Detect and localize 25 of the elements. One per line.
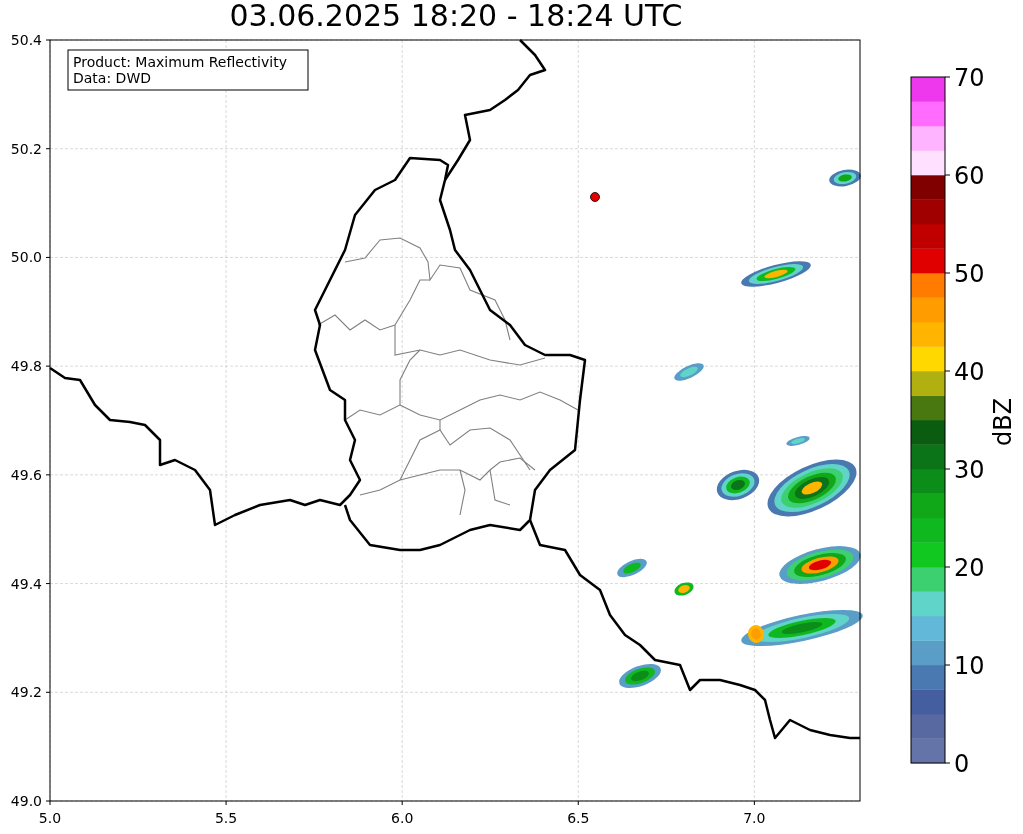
axis-tick-label: 6.0 bbox=[391, 810, 414, 826]
colorbar-label: dBZ bbox=[989, 397, 1017, 447]
info-text: Data: DWD bbox=[73, 70, 151, 86]
colorbar-tick-label: 30 bbox=[954, 456, 985, 484]
colorbar-tick-label: 50 bbox=[954, 260, 985, 288]
axis-tick-label: 50.2 bbox=[10, 140, 42, 157]
axis-tick-label: 49.2 bbox=[10, 684, 42, 701]
chart-title: 03.06.2025 18:20 - 18:24 UTC bbox=[229, 1, 683, 31]
colorbar-tick-label: 0 bbox=[954, 750, 970, 778]
colorbar-tick-label: 60 bbox=[954, 162, 985, 190]
axis-tick-label: 7.0 bbox=[743, 810, 766, 826]
axis-tick-label: 5.5 bbox=[214, 810, 238, 826]
colorbar-tick-label: 10 bbox=[954, 652, 985, 680]
colorbar-tick-label: 40 bbox=[954, 358, 985, 386]
axis-tick-label: 49.0 bbox=[10, 793, 42, 809]
axis-tick-label: 50.0 bbox=[10, 249, 42, 266]
axis-tick-label: 5.0 bbox=[38, 810, 62, 826]
colorbar-tick-label: 20 bbox=[954, 554, 985, 582]
axis-tick-label: 49.6 bbox=[10, 466, 42, 483]
axis-tick-label: 49.4 bbox=[10, 575, 42, 592]
axis-tick-label: 50.4 bbox=[10, 32, 42, 48]
axis-tick-label: 6.5 bbox=[567, 810, 590, 826]
info-text: Product: Maximum Reflectivity bbox=[73, 54, 287, 70]
colorbar-tick-label: 70 bbox=[954, 64, 985, 92]
axis-tick-label: 49.8 bbox=[10, 358, 42, 375]
